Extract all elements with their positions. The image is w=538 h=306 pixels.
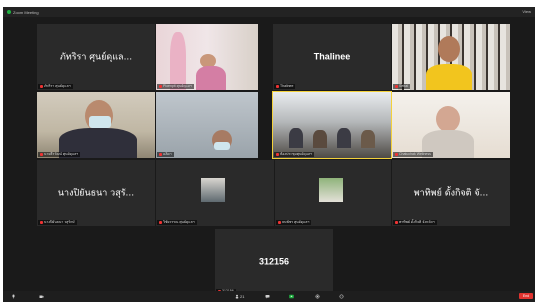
muted-mic-icon [276,153,279,156]
participant-tile[interactable]: ภัทริรา ศุนย์ดุแล... ภัทริรา ศุนย์ดุแลฯ [37,24,155,90]
participant-label: นางปิยันธนา วสุรักษ์ [38,220,77,225]
participant-tile[interactable]: ธนพัชร ศุนย์ดุแลฯ [275,160,391,226]
participant-name: นางปิยันธนา วสุรั... [57,188,135,199]
person-figure [196,66,226,90]
muted-mic-icon [395,153,398,156]
title-bar: Zoom Meeting View [3,7,535,17]
participant-video[interactable]: Ploenpit ศุนย์ดุแลฯ [156,24,258,90]
person-figure [426,64,472,90]
muted-mic-icon [159,85,162,88]
share-screen-icon [289,294,294,299]
participant-video[interactable]: ฉลิดา [156,92,258,158]
participant-name: พาทิพย์ ดั้งกิจติ จั... [413,188,489,199]
person-figure [313,130,327,148]
person-figure [289,128,303,148]
share-screen-button[interactable] [289,293,294,300]
person-face [438,36,460,62]
profile-picture [201,178,225,202]
participant-label: ธนพัชร ศุนย์ดุแลฯ [276,220,312,225]
participant-label: ฉลิดา [157,152,174,157]
participant-name: Thalinee [313,51,351,62]
participant-label: ห้องประชุมศุนย์ดุแลฯ [274,152,315,157]
person-face [436,106,460,132]
muted-mic-icon [395,221,398,224]
muted-mic-icon [395,85,398,88]
meeting-controls: 21 End [3,291,535,302]
window-title: Zoom Meeting [13,9,39,15]
chat-button[interactable] [265,293,270,300]
record-icon [315,294,320,299]
participant-label: นายธีรวัฒน์ ศุนย์ดุแลฯ [38,152,81,157]
participant-label: Chatuchak Wellness [393,152,433,157]
profile-picture [319,178,343,202]
chat-icon [265,295,270,299]
participant-video[interactable]: Chatuchak Wellness [392,92,510,158]
app-status-icon [7,10,11,14]
reactions-icon [339,294,344,299]
muted-mic-icon [159,221,162,224]
person-figure [170,32,186,90]
video-camera-icon [39,295,44,298]
muted-mic-icon [159,153,162,156]
active-speaker-video[interactable]: ห้องประชุมศุนย์ดุแลฯ [272,91,392,159]
muted-mic-icon [40,153,43,156]
view-button[interactable]: View [522,9,531,14]
zoom-window: Zoom Meeting View ภัทริรา ศุนย์ดุแล... ภ… [3,7,535,302]
microphone-icon [12,294,15,299]
video-button[interactable] [39,293,44,300]
participant-tile[interactable]: พาทิพย์ ดั้งกิจติ จั... พาทิพย์ ดั้งกิจต… [392,160,510,226]
participant-tile[interactable]: Thalinee Thalinee [273,24,391,90]
participant-label: วิชัยวรรณ ศุนย์ดุแลฯ [157,220,197,225]
reactions-button[interactable] [339,293,344,300]
participant-label: ภัทริรา ศุนย์ดุแลฯ [38,84,73,89]
participant-label: พาทิพย์ ดั้งกิจติ จังหวัดฯ [393,220,437,225]
participant-label: Thalinee [274,84,296,89]
participant-name: ภัทริรา ศุนย์ดุแล... [59,52,133,63]
muted-mic-icon [278,221,281,224]
participant-label: Ploenpit ศุนย์ดุแลฯ [157,84,194,89]
person-figure [337,128,351,148]
record-button[interactable] [315,293,320,300]
participants-button[interactable]: 21 [235,293,244,300]
participant-label: Sebal [393,84,410,89]
muted-mic-icon [276,85,279,88]
participant-tile[interactable]: นางปิยันธนา วสุรั... นางปิยันธนา วสุรักษ… [37,160,155,226]
end-meeting-button[interactable]: End [519,293,533,299]
face-mask [214,142,230,150]
participant-tile[interactable]: 312156 312156 [215,229,333,295]
participants-count: 21 [240,294,245,299]
participant-video[interactable]: นายธีรวัฒน์ ศุนย์ดุแลฯ [37,92,155,158]
mute-button[interactable] [11,293,16,300]
face-mask [89,116,111,128]
participant-video[interactable]: Sebal [392,24,510,90]
muted-mic-icon [40,85,43,88]
participant-tile[interactable]: วิชัยวรรณ ศุนย์ดุแลฯ [156,160,274,226]
muted-mic-icon [40,221,43,224]
participant-name: 312156 [258,256,290,267]
person-figure [361,130,375,148]
